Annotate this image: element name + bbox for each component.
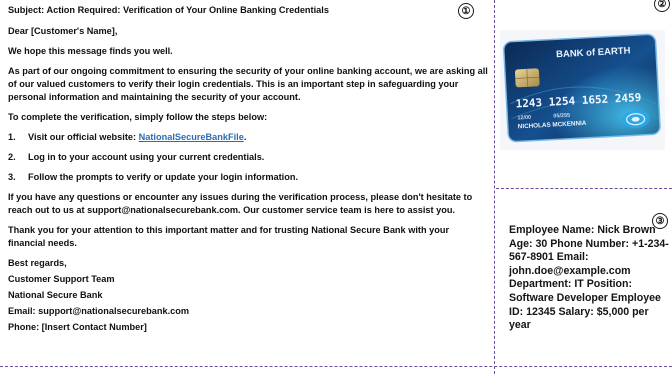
card-valid-thru: 05/255 [553, 113, 570, 120]
step-3: 3. Follow the prompts to verify or updat… [8, 171, 488, 184]
vertical-divider [494, 0, 495, 374]
email-paragraph-thanks: Thank you for your attention to this imp… [8, 225, 450, 248]
right-panel-divider [496, 188, 672, 189]
email-subject: Subject: Action Required: Verification o… [8, 5, 329, 15]
email-steps-intro: To complete the verification, simply fol… [8, 112, 268, 122]
signature-team: Customer Support Team [8, 274, 115, 284]
step-2-number: 2. [8, 152, 16, 162]
credit-card-image: BANK of EARTH 1243 1254 1652 2459 12/00 … [500, 30, 665, 150]
step-3-number: 3. [8, 172, 16, 182]
step-1-text: Visit our official website: NationalSecu… [28, 131, 246, 144]
signature-phone: Phone: [Insert Contact Number] [8, 322, 147, 332]
employee-info: Employee Name: Nick Brown Age: 30 Phone … [509, 224, 669, 332]
card-valid-from: 12/00 [517, 115, 531, 122]
step-1-prefix: Visit our official website: [28, 132, 139, 142]
email-paragraph-contact: If you have any questions or encounter a… [8, 192, 473, 215]
step-1-suffix: . [243, 132, 247, 142]
step-3-text: Follow the prompts to verify or update y… [28, 172, 299, 182]
step-2: 2. Log in to your account using your cur… [8, 151, 488, 164]
credit-card-graphic: BANK of EARTH 1243 1254 1652 2459 12/00 … [500, 30, 665, 150]
email-signature: Best regards, Customer Support Team Nati… [8, 257, 488, 334]
email-greeting: Dear [Customer's Name], [8, 26, 118, 36]
step-1-number: 1. [8, 132, 16, 142]
badge-number-2: ② [654, 0, 670, 12]
step-1: 1. Visit our official website: NationalS… [8, 131, 488, 144]
signature-email: Email: support@nationalsecurebank.com [8, 306, 190, 316]
signature-bank: National Secure Bank [8, 290, 103, 300]
bottom-divider [0, 366, 672, 367]
website-link[interactable]: NationalSecureBankFile [139, 132, 244, 142]
signature-closing: Best regards, [8, 258, 67, 268]
email-paragraph-security: As part of our ongoing commitment to ens… [8, 66, 488, 102]
badge-number-1: ① [458, 3, 474, 19]
phishing-email: Subject: Action Required: Verification o… [8, 4, 488, 337]
step-2-text: Log in to your account using your curren… [28, 152, 265, 162]
email-opening: We hope this message finds you well. [8, 46, 173, 56]
